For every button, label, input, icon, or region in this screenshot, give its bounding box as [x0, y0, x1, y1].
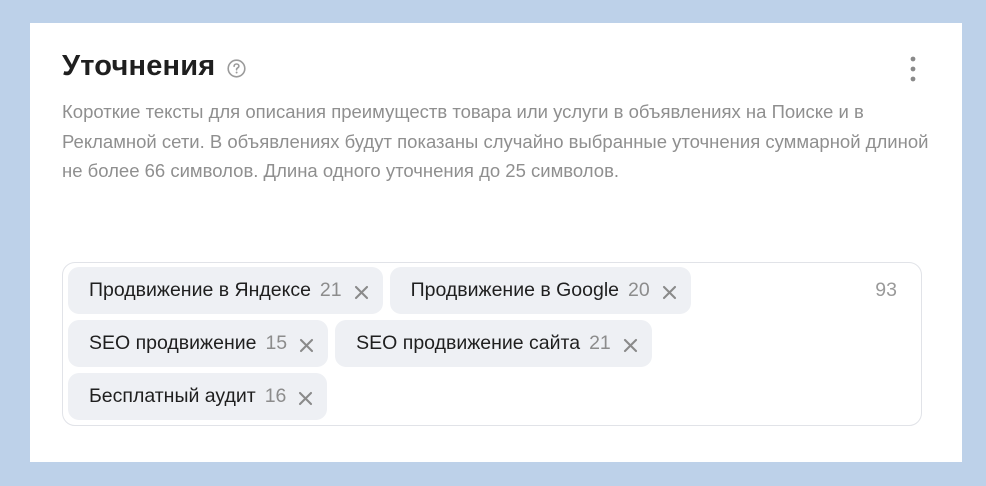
close-icon[interactable] [298, 389, 313, 406]
tag-item: Продвижение в Google 20 [389, 267, 691, 314]
tag-char-count: 15 [265, 332, 288, 354]
tag-label: Продвижение в Яндексе [89, 279, 311, 301]
tag-char-count: 20 [628, 279, 650, 301]
tag-item: Продвижение в Яндексе 21 [68, 267, 383, 314]
section-description: Короткие тексты для описания преимуществ… [62, 101, 929, 181]
close-icon[interactable] [354, 283, 369, 300]
total-char-count: 93 [875, 279, 897, 301]
callouts-input[interactable]: Продвижение в Яндексе 21 Продвижение в G… [62, 262, 922, 426]
tag-item: SEO продвижение 15 [68, 320, 329, 367]
section-title: Уточнения [62, 50, 216, 82]
more-vertical-icon[interactable] [909, 55, 917, 83]
tag-item: SEO продвижение сайта 21 [335, 320, 652, 367]
tag-item: Бесплатный аудит 16 [68, 373, 328, 420]
close-icon[interactable] [662, 283, 677, 300]
close-icon[interactable] [623, 336, 638, 353]
callouts-card: Уточнения Короткие тексты для описания п… [30, 23, 962, 462]
tag-label: Продвижение в Google [410, 279, 620, 301]
help-icon[interactable] [227, 59, 247, 78]
tag-label: SEO продвижение сайта [356, 332, 581, 354]
section-header: Уточнения [62, 50, 247, 83]
close-icon[interactable] [299, 336, 314, 353]
tag-char-count: 21 [319, 279, 342, 301]
tag-list: Продвижение в Яндексе 21 Продвижение в G… [68, 267, 828, 420]
tag-char-count: 16 [264, 385, 287, 407]
tag-label: Бесплатный аудит [89, 385, 256, 407]
tag-label: SEO продвижение [89, 332, 257, 354]
tag-char-count: 21 [589, 332, 611, 354]
